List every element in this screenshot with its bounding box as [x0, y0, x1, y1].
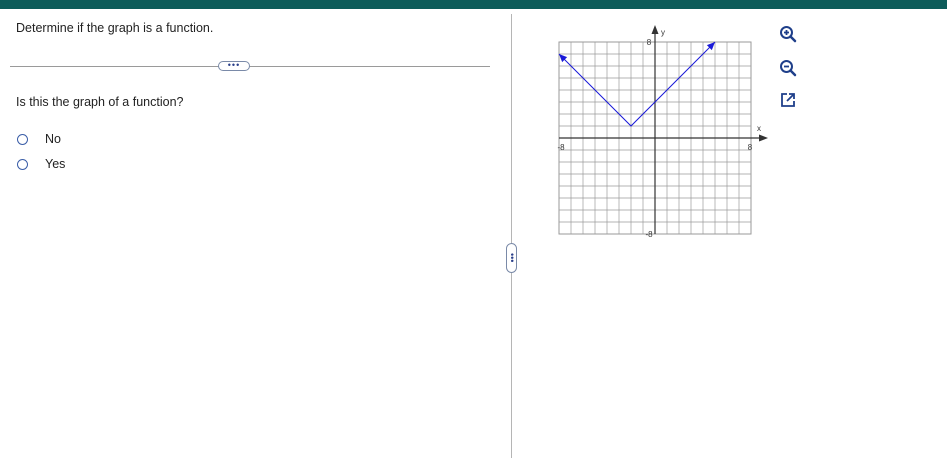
tick-label-y-min: -8 [645, 230, 653, 239]
curve-line [558, 41, 716, 127]
tick-label-y-max: 8 [647, 38, 652, 47]
option-no[interactable]: No [17, 132, 61, 146]
radio-yes[interactable] [17, 158, 28, 170]
function-graph: x y -8 8 8 -8 [557, 25, 768, 239]
x-axis-label: x [757, 124, 761, 133]
tick-label-x-max: 8 [748, 143, 753, 152]
option-label: No [45, 132, 61, 146]
sub-question: Is this the graph of a function? [16, 95, 184, 109]
divider [10, 66, 490, 67]
open-external-icon[interactable] [778, 90, 798, 110]
option-label: Yes [45, 157, 66, 171]
zoom-in-icon[interactable] [778, 24, 798, 44]
y-axis-arrow [651, 25, 659, 34]
more-button[interactable]: ••• [218, 61, 250, 71]
graph-axes [559, 25, 768, 234]
panel-divider [511, 14, 512, 458]
question-text: Determine if the graph is a function. [16, 21, 214, 35]
y-axis-label: y [661, 28, 665, 37]
panel-resize-handle[interactable]: ••• [506, 243, 517, 273]
option-yes[interactable]: Yes [17, 157, 65, 171]
top-bar [0, 0, 947, 9]
graph-curve [558, 41, 716, 127]
x-axis-arrow [759, 134, 768, 142]
tick-label-x-min: -8 [557, 143, 565, 152]
zoom-out-icon[interactable] [778, 58, 798, 78]
radio-no[interactable] [17, 133, 28, 145]
